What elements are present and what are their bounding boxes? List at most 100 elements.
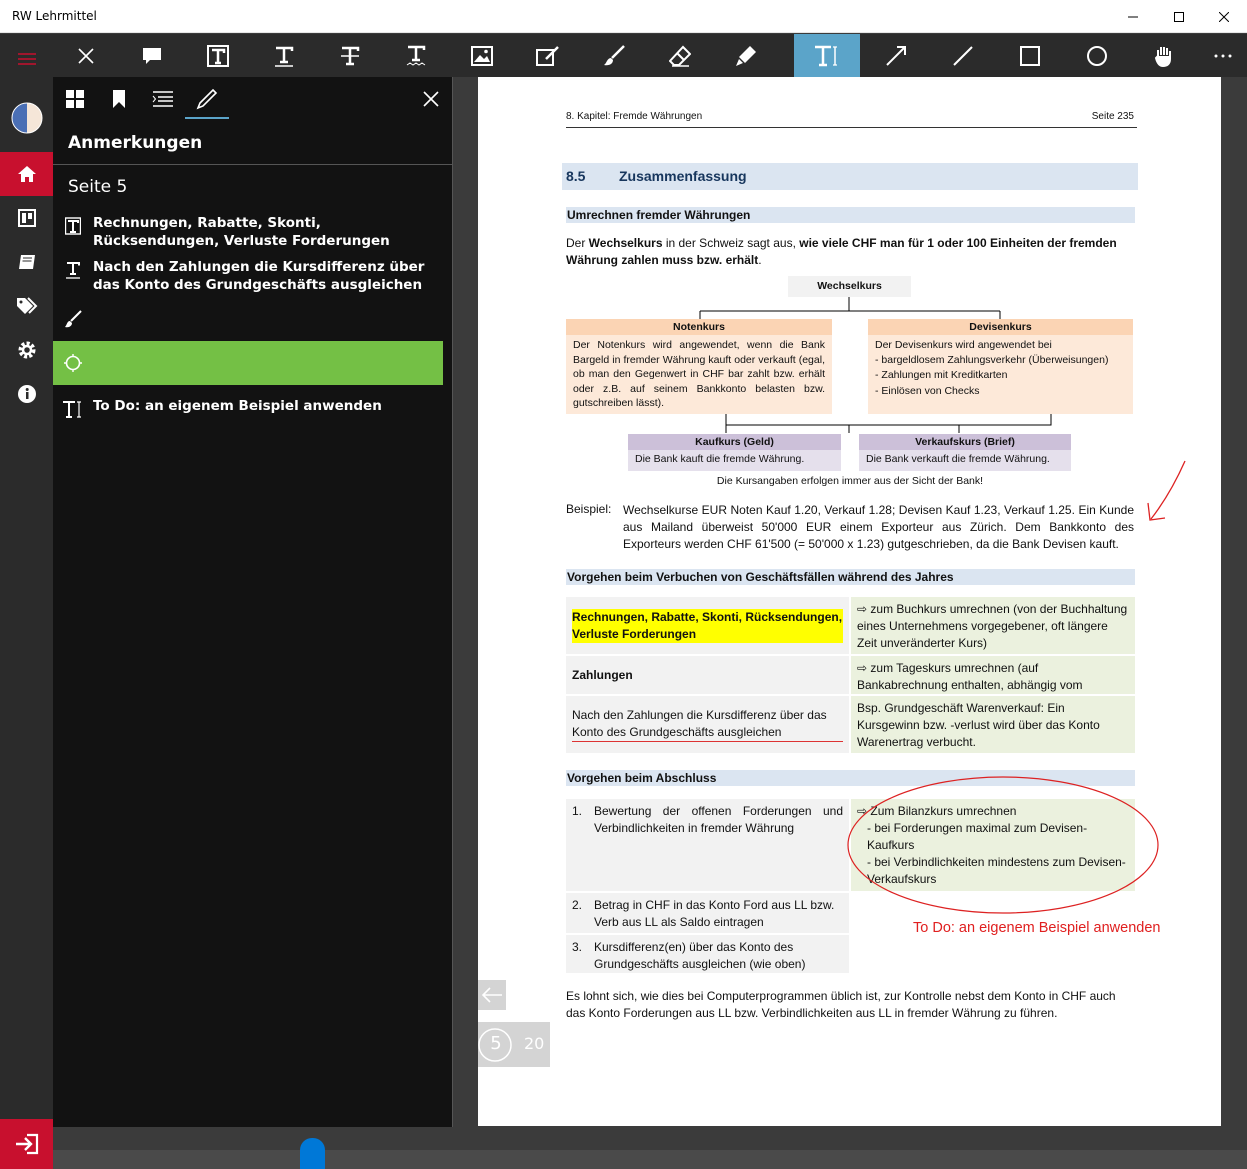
diagram-note: Die Kursangaben erfolgen immer aus der S… bbox=[716, 475, 984, 487]
comment-icon bbox=[143, 47, 161, 64]
ellipse-icon bbox=[64, 354, 82, 372]
table1-row1-right: ⇨ zum Buchkurs umrechnen (von der Buchha… bbox=[851, 597, 1135, 654]
pan-tool[interactable] bbox=[1131, 34, 1197, 77]
arrow-icon bbox=[886, 45, 906, 66]
close-window-button[interactable] bbox=[1201, 0, 1247, 33]
signature-tool[interactable] bbox=[515, 34, 581, 77]
page-scrubber-track[interactable] bbox=[53, 1150, 1247, 1169]
grid-icon bbox=[66, 90, 84, 108]
nav-library[interactable] bbox=[0, 240, 53, 284]
subheading-umrechnen: Umrechnen fremder Währungen bbox=[566, 207, 1135, 223]
rectangle-tool[interactable] bbox=[997, 34, 1063, 77]
previous-page-button[interactable] bbox=[478, 980, 506, 1010]
free-text-icon bbox=[63, 401, 81, 418]
handdrawn-arrow-annotation[interactable] bbox=[1143, 459, 1193, 525]
signature-icon bbox=[536, 45, 559, 66]
panel-divider bbox=[53, 164, 453, 165]
table2-row1-left: 1. Bewertung der offenen Forderungen und … bbox=[566, 799, 849, 891]
more-icon bbox=[1214, 54, 1232, 57]
subheading-vorgehen: Vorgehen beim Verbuchen von Geschäftsfäl… bbox=[566, 569, 1135, 585]
minimize-button[interactable] bbox=[1110, 0, 1156, 33]
annotation-text: Nach den Zahlungen die Kursdifferenz übe… bbox=[93, 259, 425, 293]
arrow-tool[interactable] bbox=[863, 34, 929, 77]
book-icon bbox=[18, 255, 35, 269]
page-indicator[interactable]: 5 20 bbox=[478, 1022, 550, 1067]
document-page[interactable]: 8. Kapitel: Fremde Währungen Seite 235 8… bbox=[478, 77, 1221, 1126]
close-icon bbox=[78, 47, 94, 64]
nav-settings[interactable] bbox=[0, 328, 53, 372]
table1-row3-left: Nach den Zahlungen die Kursdifferenz übe… bbox=[566, 696, 849, 753]
annotation-item[interactable]: Rechnungen, Rabatte, Skonti, Rücksendung… bbox=[53, 214, 443, 254]
strikethrough-tool[interactable] bbox=[317, 34, 383, 77]
section-heading: 8.5 Zusammenfassung bbox=[562, 163, 1138, 190]
section-number: 8.5 bbox=[566, 168, 586, 184]
underline-tool[interactable] bbox=[251, 34, 317, 77]
closing-paragraph: Es lohnt sich, wie dies bei Computerprog… bbox=[566, 989, 1116, 1020]
hamburger-icon bbox=[17, 53, 36, 65]
intro-paragraph: Der Wechselkurs in der Schweiz sagt aus,… bbox=[566, 236, 1117, 267]
tab-annotations[interactable] bbox=[185, 77, 229, 121]
text-box-tool[interactable] bbox=[185, 34, 251, 77]
total-pages: 20 bbox=[524, 1034, 545, 1053]
annotation-item[interactable]: To Do: an eigenem Beispiel anwenden bbox=[53, 397, 443, 427]
beispiel-label: Beispiel: bbox=[566, 502, 612, 516]
ellipse-tool[interactable] bbox=[1064, 34, 1130, 77]
nav-tags[interactable] bbox=[0, 284, 53, 328]
page-scrubber-thumb[interactable] bbox=[300, 1138, 325, 1169]
line-tool[interactable] bbox=[930, 34, 996, 77]
close-tools-button[interactable] bbox=[53, 34, 119, 77]
page-number-header: Seite 235 bbox=[1091, 111, 1134, 122]
table1-row1-left: Rechnungen, Rabatte, Skonti, Rücksendung… bbox=[566, 597, 849, 654]
pencil-icon bbox=[196, 88, 218, 110]
close-icon bbox=[423, 91, 439, 107]
todo-free-text[interactable]: To Do: an eigenem Beispiel anwenden bbox=[913, 920, 1160, 936]
profile-avatar[interactable] bbox=[0, 96, 53, 140]
table1-row2-right: ⇨ zum Tageskurs umrechnen (auf Bankabrec… bbox=[851, 656, 1135, 709]
nav-info[interactable] bbox=[0, 372, 53, 416]
chapter-header: 8. Kapitel: Fremde Währungen bbox=[566, 111, 703, 122]
tags-icon bbox=[16, 297, 37, 314]
board-icon bbox=[17, 209, 36, 227]
line-icon bbox=[953, 45, 973, 66]
annotation-item[interactable]: Nach den Zahlungen die Kursdifferenz übe… bbox=[53, 258, 443, 298]
maximize-button[interactable] bbox=[1156, 0, 1202, 33]
tab-bookmarks[interactable] bbox=[97, 77, 141, 121]
panel-tabs bbox=[53, 77, 453, 121]
comment-tool[interactable] bbox=[119, 34, 185, 77]
outline-icon bbox=[152, 91, 173, 107]
exit-button[interactable] bbox=[0, 1119, 53, 1169]
table1-row2-left: Zahlungen bbox=[566, 656, 849, 694]
brush-icon bbox=[604, 44, 625, 65]
table2-row3-left: 3. Kursdifferenz(en) über das Konto des G… bbox=[566, 935, 849, 973]
squiggly-tool[interactable] bbox=[383, 34, 449, 77]
diagram-root: Wechselkurs bbox=[788, 276, 911, 297]
strikethrough-icon bbox=[341, 46, 360, 65]
hamburger-menu-button[interactable] bbox=[0, 37, 53, 81]
free-text-tool[interactable] bbox=[794, 34, 860, 77]
annotations-panel: Anmerkungen Seite 5 Rechnungen, Rabatte,… bbox=[53, 77, 453, 1127]
brush-tool[interactable] bbox=[581, 34, 647, 77]
nav-board[interactable] bbox=[0, 196, 53, 240]
nav-home[interactable] bbox=[0, 152, 53, 196]
devisenkurs-box: Devisenkurs Der Devisenkurs wird angewen… bbox=[868, 319, 1133, 414]
arrow-left-icon bbox=[481, 987, 502, 1003]
tab-outline[interactable] bbox=[141, 77, 185, 121]
close-panel-button[interactable] bbox=[409, 77, 453, 121]
annotation-item-selected[interactable] bbox=[53, 341, 443, 385]
section-title: Zusammenfassung bbox=[619, 168, 747, 184]
ellipse-annotation[interactable] bbox=[843, 774, 1163, 916]
title-bar: RW Lehrmittel bbox=[0, 0, 1247, 33]
exit-icon bbox=[15, 1133, 38, 1155]
page-group-heading: Seite 5 bbox=[68, 177, 128, 197]
minimize-icon bbox=[1128, 16, 1138, 17]
gear-icon bbox=[18, 341, 35, 359]
highlighter-tool[interactable] bbox=[713, 34, 779, 77]
annotation-item[interactable] bbox=[53, 307, 443, 337]
tab-thumbnails[interactable] bbox=[53, 77, 97, 121]
rectangle-icon bbox=[1020, 45, 1040, 66]
current-page: 5 bbox=[490, 1033, 502, 1054]
eraser-tool[interactable] bbox=[647, 34, 713, 77]
image-tool[interactable] bbox=[449, 34, 515, 77]
text-box-icon bbox=[207, 44, 229, 67]
more-options-button[interactable] bbox=[1190, 34, 1247, 77]
